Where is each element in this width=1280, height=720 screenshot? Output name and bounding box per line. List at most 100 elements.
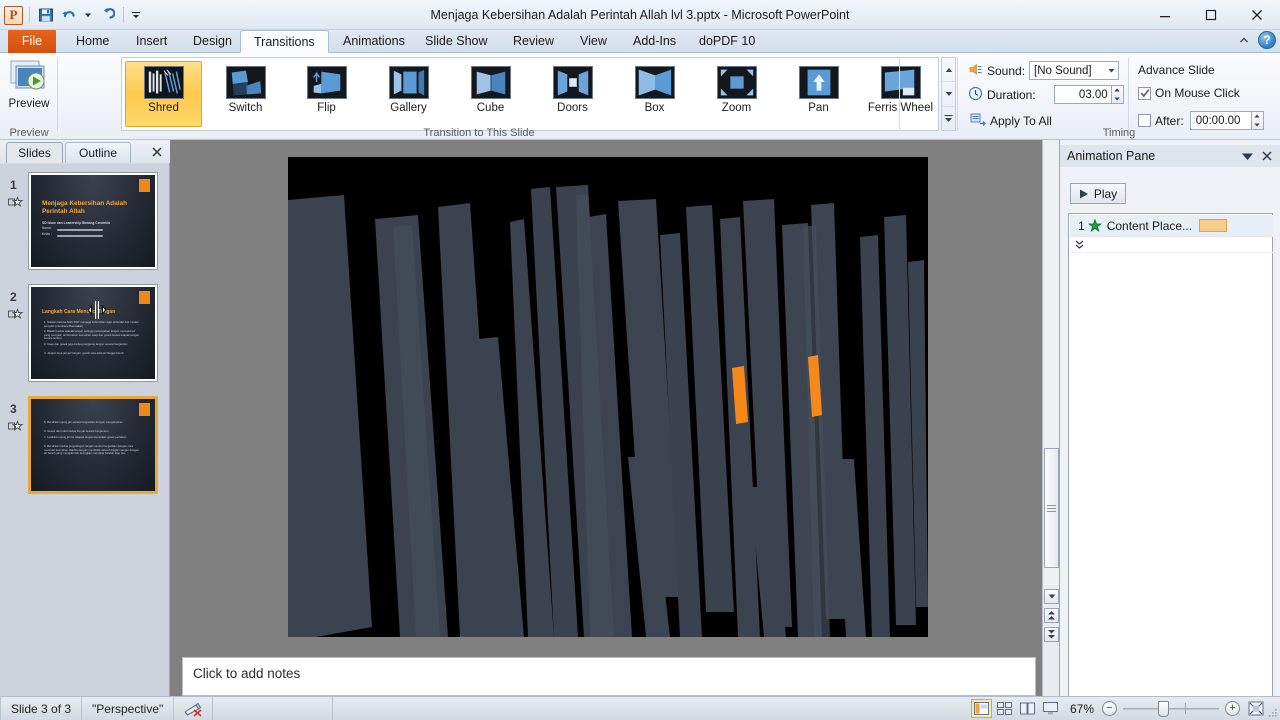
- tab-slide-show[interactable]: Slide Show: [412, 30, 501, 53]
- canvas-vertical-scrollbar[interactable]: [1042, 140, 1059, 696]
- tab-slides[interactable]: Slides: [6, 142, 63, 163]
- customize-qat-icon[interactable]: [130, 5, 142, 25]
- thumbnail-slide-1[interactable]: 1 Menjaga Kebersihan Adalah Perintah All…: [0, 172, 169, 284]
- reading-view-button[interactable]: [1017, 699, 1038, 718]
- animation-list-item[interactable]: 1 Content Place...: [1070, 215, 1273, 237]
- status-empty-cell: [213, 696, 334, 720]
- transition-tile-doors[interactable]: Doors: [534, 61, 611, 127]
- normal-view-button[interactable]: [970, 699, 992, 718]
- slide-number-1: 1: [10, 178, 17, 192]
- slide-canvas[interactable]: [288, 157, 928, 637]
- slide-preview-3: 5. Bersihkan ujung jari secara bergantia…: [31, 399, 155, 491]
- transition-tile-zoom[interactable]: Zoom: [698, 61, 775, 127]
- redo-icon[interactable]: [97, 5, 117, 25]
- preview-button[interactable]: Preview: [6, 57, 52, 125]
- apply-to-all-label: Apply To All: [990, 114, 1052, 128]
- tab-add-ins[interactable]: Add-Ins: [620, 30, 689, 53]
- animation-list[interactable]: 1 Content Place...: [1068, 213, 1273, 720]
- thumbnail-slide-2[interactable]: 2 Langkah Cara Mencuci Tangan 1. Niatkan…: [0, 284, 169, 396]
- slide-show-view-button[interactable]: [1040, 699, 1061, 718]
- thumbnail-frame-2[interactable]: Langkah Cara Mencuci Tangan 1. Niatkan k…: [28, 284, 158, 382]
- animation-timeline-bar[interactable]: [1199, 219, 1227, 232]
- zoom-slider[interactable]: [1123, 699, 1219, 719]
- window-title: Menjaga Kebersihan Adalah Perintah Allah…: [430, 8, 850, 22]
- undo-dropdown-icon[interactable]: [82, 5, 94, 25]
- sound-label: Sound:: [987, 63, 1026, 78]
- tab-review[interactable]: Review: [500, 30, 567, 53]
- transition-tile-cube[interactable]: Cube: [452, 61, 529, 127]
- zoom-out-button[interactable]: −: [1102, 701, 1117, 716]
- transition-star-icon-1[interactable]: [8, 196, 24, 211]
- window-controls: [1142, 0, 1280, 30]
- ribbon-help-row: ?: [1235, 31, 1276, 49]
- transition-label-cube: Cube: [476, 102, 505, 114]
- zoom-slider-handle[interactable]: [1158, 700, 1169, 717]
- theme-name[interactable]: "Perspective": [82, 696, 175, 720]
- maximize-button[interactable]: [1188, 0, 1234, 30]
- slide-accent-block-2: [139, 291, 150, 304]
- scroll-down-button[interactable]: [1044, 589, 1059, 604]
- next-slide-button[interactable]: [1044, 627, 1059, 642]
- thumbnail-frame-3[interactable]: 5. Bersihkan ujung jari secara bergantia…: [28, 396, 158, 494]
- spell-check-icon[interactable]: [174, 696, 214, 720]
- transition-tile-shred[interactable]: Shred: [125, 61, 202, 127]
- on-mouse-click-checkbox[interactable]: [1138, 86, 1151, 100]
- powerpoint-logo-icon[interactable]: P: [4, 5, 23, 25]
- sound-combobox[interactable]: [No Sound]: [1029, 61, 1120, 80]
- tab-view[interactable]: View: [567, 30, 620, 53]
- transition-tile-box[interactable]: Box: [616, 61, 693, 127]
- animation-pane-menu-icon[interactable]: [1237, 146, 1257, 166]
- thumbnail-frame-1[interactable]: Menjaga Kebersihan Adalah Perintah Allah…: [28, 172, 158, 270]
- tab-animations[interactable]: Animations: [330, 30, 418, 53]
- slide-thumbnails-list[interactable]: 1 Menjaga Kebersihan Adalah Perintah All…: [0, 164, 169, 696]
- transition-tile-gallery[interactable]: Gallery: [370, 61, 447, 127]
- slide-indicator[interactable]: Slide 3 of 3: [0, 696, 83, 720]
- previous-slide-button[interactable]: [1044, 608, 1059, 623]
- slide-field-line-1a: [57, 229, 103, 231]
- fit-slide-to-window-button[interactable]: [1246, 699, 1266, 718]
- thumbnail-slide-3[interactable]: 3 5. Bersihkan ujung jari secara bergant…: [0, 396, 169, 508]
- tab-file[interactable]: File: [8, 30, 56, 53]
- close-slides-pane-icon[interactable]: [148, 143, 165, 160]
- tab-insert[interactable]: Insert: [123, 30, 180, 53]
- tab-home[interactable]: Home: [63, 30, 122, 53]
- close-button[interactable]: [1234, 0, 1280, 30]
- slides-pane-tabs: Slides Outline: [0, 140, 170, 163]
- zoom-in-button[interactable]: +: [1225, 701, 1240, 716]
- minimize-button[interactable]: [1142, 0, 1188, 30]
- zoom-percentage[interactable]: 67%: [1070, 702, 1094, 716]
- duration-input[interactable]: 03.00: [1053, 85, 1112, 104]
- tab-outline[interactable]: Outline: [65, 142, 131, 163]
- tab-transitions[interactable]: Transitions: [240, 30, 329, 53]
- after-spin-up-icon[interactable]: [1252, 112, 1263, 121]
- save-icon[interactable]: [36, 5, 56, 25]
- duration-spin-down-icon[interactable]: [1112, 95, 1123, 104]
- transition-star-icon-2[interactable]: [8, 308, 24, 323]
- tab-design[interactable]: Design: [180, 30, 245, 53]
- resize-grip[interactable]: [1266, 697, 1280, 720]
- slide-bullet-3-3: 7. Letakkan ujung jari ke telapak tangan…: [44, 435, 127, 439]
- sound-dropdown-icon[interactable]: [1104, 68, 1118, 73]
- transition-tile-pan[interactable]: Pan: [780, 61, 857, 127]
- help-button[interactable]: ?: [1258, 31, 1276, 49]
- duration-spin-up-icon[interactable]: [1112, 86, 1123, 95]
- tab-dopdf[interactable]: doPDF 10: [686, 30, 768, 53]
- slide-sorter-view-button[interactable]: [994, 699, 1015, 718]
- undo-icon[interactable]: [59, 5, 79, 25]
- transition-tile-switch[interactable]: Switch: [207, 61, 284, 127]
- transition-gallery[interactable]: Shred Switch Flip Gallery Cube Doors Box…: [121, 57, 939, 131]
- slide-bullet-2-2: 2. Basahi kedua telapak tangan setinggi …: [44, 329, 140, 341]
- notes-pane[interactable]: Click to add notes: [182, 657, 1036, 696]
- slide-edit-area: Click to add notes: [170, 140, 1060, 696]
- collapse-ribbon-icon[interactable]: [1235, 31, 1253, 49]
- transition-star-icon-3[interactable]: [8, 420, 24, 435]
- pan-transition-icon: [798, 66, 839, 99]
- animation-pane-close-icon[interactable]: [1257, 146, 1277, 166]
- play-animation-button[interactable]: Play: [1070, 183, 1126, 204]
- after-checkbox[interactable]: [1138, 114, 1151, 127]
- transition-tile-flip[interactable]: Flip: [288, 61, 365, 127]
- animation-effect-star-icon: [1087, 218, 1102, 233]
- animation-expand-toggle[interactable]: [1070, 237, 1273, 253]
- doors-transition-icon: [552, 66, 593, 99]
- scrollbar-thumb[interactable]: [1044, 448, 1059, 568]
